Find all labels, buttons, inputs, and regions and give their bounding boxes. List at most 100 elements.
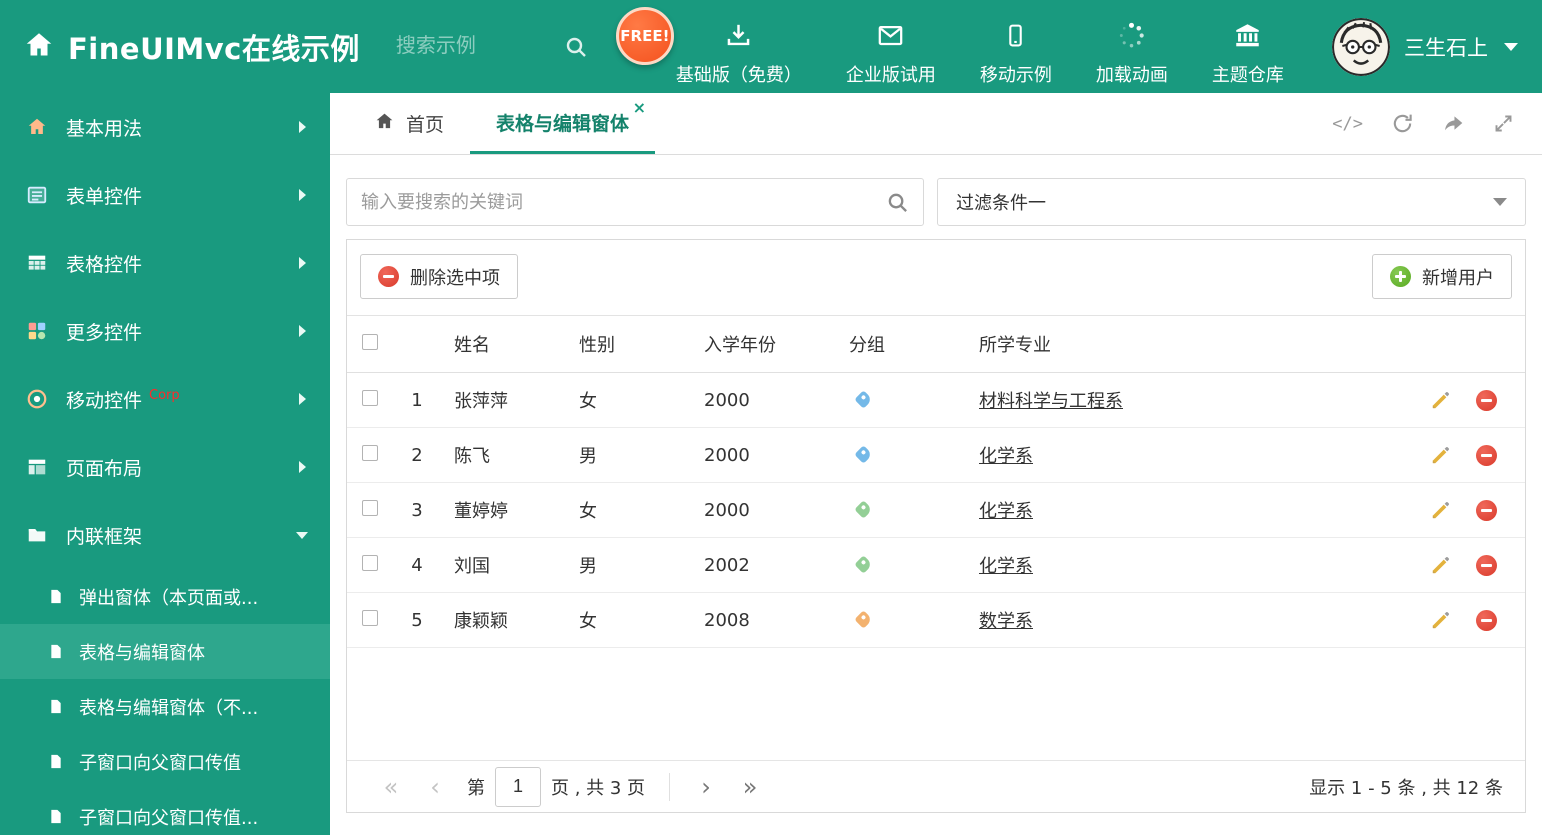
home-icon — [24, 30, 54, 64]
delete-row-icon[interactable] — [1476, 499, 1497, 521]
header-search — [395, 35, 606, 59]
download-icon — [725, 22, 752, 54]
filter-dropdown-value: 过滤条件一 — [956, 193, 1046, 214]
row-checkbox[interactable] — [362, 389, 378, 406]
delete-row-icon[interactable] — [1476, 554, 1497, 576]
sidebar-item-iframe[interactable]: 内联框架 — [0, 501, 330, 569]
header-search-input[interactable] — [395, 35, 564, 58]
sidebar-subitem-grid-edit-window[interactable]: 表格与编辑窗体 — [0, 624, 330, 679]
expand-icon[interactable] — [1493, 113, 1514, 134]
file-icon — [46, 807, 66, 826]
sidebar-subitem-child-to-parent[interactable]: 子窗口向父窗口传值 — [0, 734, 330, 789]
edit-pencil-icon[interactable] — [1429, 609, 1452, 632]
first-page-icon[interactable]: « — [369, 775, 413, 799]
avatar[interactable] — [1332, 17, 1390, 76]
tab-grid-edit-window[interactable]: 表格与编辑窗体 × — [470, 93, 656, 154]
corp-badge: Corp — [149, 387, 180, 403]
sidebar-subitem-popup-window[interactable]: 弹出窗体（本页面或... — [0, 569, 330, 624]
chevron-right-icon — [299, 461, 306, 473]
nav-item-loading-anim[interactable]: 加载动画 — [1096, 6, 1168, 87]
cell-gender: 男 — [579, 556, 597, 577]
edit-pencil-icon[interactable] — [1429, 444, 1452, 467]
header-nav: FREE! 基础版（免费） 企业版试用 移动示例 加载动画 主题仓库 — [615, 6, 1284, 87]
chevron-down-icon — [1504, 42, 1518, 51]
row-checkbox[interactable] — [362, 554, 378, 571]
delete-button-label: 删除选中项 — [410, 267, 500, 288]
home-icon — [374, 111, 395, 137]
chevron-right-icon — [299, 393, 306, 405]
app-root: FineUIMvc在线示例 FREE! 基础版（免费） 企业版试用 — [0, 0, 1542, 835]
grid-search-box — [346, 178, 924, 226]
grid-search-input[interactable] — [361, 191, 886, 213]
column-header-major: 所学专业 — [979, 335, 1051, 356]
delete-selected-button[interactable]: 删除选中项 — [360, 254, 518, 299]
user-name: 三生石上 — [1404, 35, 1488, 60]
tab-home[interactable]: 首页 — [348, 93, 470, 154]
filter-row: 过滤条件一 — [330, 155, 1542, 239]
cell-year: 2000 — [704, 389, 750, 411]
table-row: 1 张萍萍 女 2000 材料科学与工程系 — [347, 373, 1525, 428]
major-link[interactable]: 数学系 — [979, 611, 1033, 632]
search-icon[interactable] — [886, 191, 909, 214]
row-checkbox[interactable] — [362, 609, 378, 626]
major-link[interactable]: 化学系 — [979, 446, 1033, 467]
nav-item-mobile-demo[interactable]: 移动示例 — [980, 6, 1052, 87]
spinner-icon — [1118, 22, 1145, 54]
nav-item-enterprise-trial[interactable]: 企业版试用 — [846, 6, 936, 87]
column-header-name: 姓名 — [454, 335, 490, 356]
sidebar-item-grid-controls[interactable]: 表格控件 — [0, 229, 330, 297]
cell-name: 康颖颖 — [454, 611, 508, 632]
sidebar-item-label: 表格控件 — [66, 253, 143, 276]
filter-dropdown[interactable]: 过滤条件一 — [937, 178, 1526, 226]
sidebar-item-mobile-controls[interactable]: 移动控件 Corp — [0, 365, 330, 433]
nav-item-basic-free[interactable]: FREE! 基础版（免费） — [615, 6, 802, 87]
share-icon[interactable] — [1442, 112, 1465, 135]
tag-icon — [854, 444, 873, 464]
table-row: 4 刘国 男 2002 化学系 — [347, 538, 1525, 593]
sidebar-item-page-layout[interactable]: 页面布局 — [0, 433, 330, 501]
nav-item-theme-store[interactable]: 主题仓库 — [1212, 6, 1284, 87]
nav-item-label: 移动示例 — [979, 65, 1052, 86]
nav-item-label: 加载动画 — [1095, 65, 1168, 86]
tab-bar: 首页 表格与编辑窗体 × </> — [330, 93, 1542, 155]
delete-row-icon[interactable] — [1476, 609, 1497, 631]
edit-pencil-icon[interactable] — [1429, 389, 1452, 412]
search-icon[interactable] — [564, 35, 588, 59]
sidebar-item-form-controls[interactable]: 表单控件 — [0, 161, 330, 229]
bank-icon — [1234, 22, 1261, 54]
code-icon[interactable]: </> — [1332, 114, 1363, 134]
form-icon — [24, 184, 50, 206]
row-checkbox[interactable] — [362, 444, 378, 461]
sidebar-item-more-controls[interactable]: 更多控件 — [0, 297, 330, 365]
major-link[interactable]: 化学系 — [979, 501, 1033, 522]
cell-name: 陈飞 — [454, 446, 490, 467]
sidebar-subitem-grid-edit-window-2[interactable]: 表格与编辑窗体（不... — [0, 679, 330, 734]
sidebar-item-basic-usage[interactable]: 基本用法 — [0, 93, 330, 161]
sidebar-subitem-child-to-parent-2[interactable]: 子窗口向父窗口传值... — [0, 789, 330, 835]
nav-item-label: 企业版试用 — [845, 65, 936, 86]
chevron-down-icon — [296, 531, 308, 539]
add-user-button[interactable]: 新增用户 — [1372, 254, 1512, 299]
prev-page-icon[interactable]: ‹ — [413, 775, 457, 799]
major-link[interactable]: 化学系 — [979, 556, 1033, 577]
last-page-icon[interactable]: » — [728, 775, 772, 799]
delete-row-icon[interactable] — [1476, 444, 1497, 466]
user-menu[interactable]: 三生石上 — [1332, 17, 1518, 76]
record-summary: 显示 1 - 5 条 , 共 12 条 — [1309, 777, 1503, 799]
next-page-icon[interactable]: › — [684, 775, 728, 799]
row-checkbox[interactable] — [362, 499, 378, 516]
major-link[interactable]: 材料科学与工程系 — [979, 391, 1123, 412]
app-title: FineUIMvc在线示例 — [68, 31, 360, 66]
chevron-right-icon — [299, 189, 306, 201]
edit-pencil-icon[interactable] — [1429, 554, 1452, 577]
home-icon — [24, 116, 50, 138]
close-icon[interactable]: × — [633, 100, 646, 116]
page-number-input[interactable] — [495, 766, 541, 807]
delete-row-icon[interactable] — [1476, 389, 1497, 411]
select-all-checkbox[interactable] — [362, 333, 378, 350]
cell-name: 董婷婷 — [454, 501, 508, 522]
brand[interactable]: FineUIMvc在线示例 — [24, 26, 360, 68]
refresh-icon[interactable] — [1391, 112, 1414, 135]
edit-pencil-icon[interactable] — [1429, 499, 1452, 522]
table-header-row: 姓名 性别 入学年份 分组 所学专业 — [347, 315, 1525, 373]
